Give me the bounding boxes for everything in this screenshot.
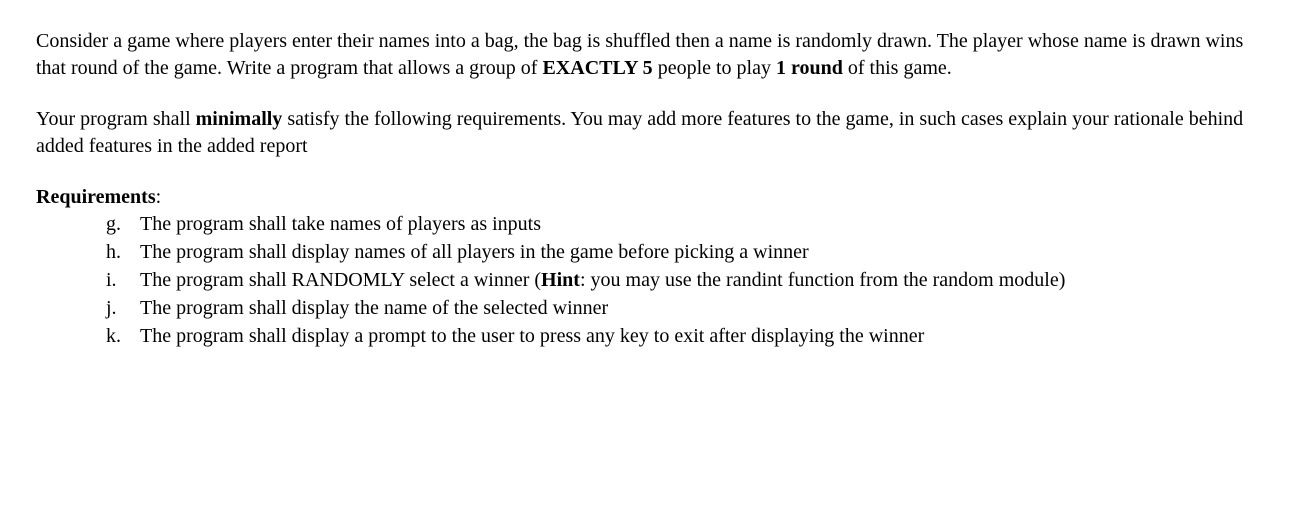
requirements-list: g. The program shall take names of playe… [36,211,1256,350]
requirement-text: The program shall display the name of th… [140,295,1256,322]
requirement-text: The program shall take names of players … [140,211,1256,238]
requirement-item-j: j. The program shall display the name of… [106,295,1256,322]
instructions-bold-minimally: minimally [196,108,283,130]
requirements-section: Requirements: g. The program shall take … [36,184,1256,350]
intro-text-part2: people to play [653,57,776,79]
intro-bold-1round: 1 round [776,57,843,79]
requirement-i-hint-bold: Hint [541,269,580,291]
requirement-item-h: h. The program shall display names of al… [106,239,1256,266]
requirement-item-g: g. The program shall take names of playe… [106,211,1256,238]
requirements-heading-line: Requirements: [36,184,1256,211]
requirement-marker: g. [106,211,140,238]
requirement-marker: k. [106,323,140,350]
requirement-marker: h. [106,239,140,266]
requirement-item-k: k. The program shall display a prompt to… [106,323,1256,350]
requirement-text: The program shall display a prompt to th… [140,323,1256,350]
requirement-i-part1: The program shall RANDOMLY select a winn… [140,269,541,291]
instructions-paragraph: Your program shall minimally satisfy the… [36,106,1256,160]
requirements-colon: : [156,186,162,208]
intro-paragraph: Consider a game where players enter thei… [36,28,1256,82]
requirements-heading: Requirements [36,186,156,208]
instructions-text-part1: Your program shall [36,108,196,130]
requirement-item-i: i. The program shall RANDOMLY select a w… [106,267,1256,294]
requirement-marker: j. [106,295,140,322]
requirement-marker: i. [106,267,140,294]
intro-bold-exactly5: EXACTLY 5 [542,57,652,79]
intro-text-part3: of this game. [843,57,952,79]
requirement-i-part2: : you may use the randint function from … [580,269,1065,291]
requirement-text: The program shall display names of all p… [140,239,1256,266]
requirement-text: The program shall RANDOMLY select a winn… [140,267,1256,294]
